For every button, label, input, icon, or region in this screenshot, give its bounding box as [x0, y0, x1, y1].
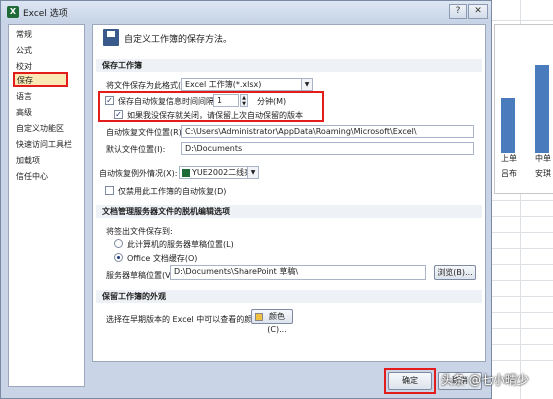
office-cache-radio[interactable] [114, 253, 123, 262]
autorecover-minutes-input[interactable]: 1 [213, 94, 239, 107]
sidebar-item-general[interactable]: 常规 [13, 28, 81, 41]
excel-workbook-icon [182, 169, 190, 177]
default-location-label: 默认文件位置(I): [106, 145, 166, 154]
disable-autorecover-checkbox[interactable] [105, 186, 114, 195]
colors-button[interactable]: 颜色(C)... [251, 309, 293, 334]
browse-button[interactable]: 浏览(B)... [434, 265, 476, 280]
minutes-spinner[interactable]: ▲ ▼ [240, 94, 248, 107]
window-title: Excel 选项 [23, 9, 68, 19]
close-button[interactable]: ✕ [468, 4, 488, 19]
sidebar-item-advanced[interactable]: 高级 [13, 106, 81, 119]
color-palette-icon [255, 313, 263, 321]
autorecover-location-label: 自动恢复文件位置(R): [106, 128, 185, 137]
help-button[interactable]: ? [449, 4, 467, 19]
server-drafts-location-input[interactable]: D:\Documents\SharePoint 草稿\ [170, 265, 426, 280]
colors-label: 选择在早期版本的 Excel 中可以查看的颜色: [106, 315, 263, 324]
server-drafts-radio[interactable] [114, 239, 123, 248]
keep-last-version-checkbox[interactable]: ✓ [114, 110, 123, 119]
watermark-text: 头条 @七小晴少 [441, 373, 529, 387]
save-workbooks-group-title: 保存工作簿 [96, 59, 482, 72]
background-chart: 上单 中单 吕布 安琪 [494, 24, 553, 194]
keep-last-version-label: 如果我没保存就关闭，请保留上次自动保留的版本 [127, 111, 303, 120]
save-format-value: Excel 工作簿(*.xlsx) [185, 80, 262, 89]
floppy-disk-icon [103, 29, 119, 46]
sidebar-item-quick-access-toolbar[interactable]: 快速访问工具栏 [13, 138, 81, 151]
autorecover-label: 保存自动恢复信息时间间隔(A) [118, 97, 226, 106]
chart-subtext-label: 吕布 [501, 169, 517, 178]
colors-button-label: 颜色(C)... [267, 312, 287, 334]
chevron-down-icon[interactable]: ▼ [247, 167, 258, 178]
ok-button[interactable]: 确定 [388, 372, 432, 390]
autorecover-location-input[interactable]: C:\Users\Administrator\AppData\Roaming\M… [181, 125, 474, 138]
exceptions-workbook-select[interactable]: YUE2002二线亮... ▼ [179, 166, 259, 179]
sidebar-item-customize-ribbon[interactable]: 自定义功能区 [13, 122, 81, 135]
minutes-label: 分钟(M) [257, 97, 287, 106]
offline-editing-group-title: 文档管理服务器文件的脱机编辑选项 [96, 205, 482, 218]
sidebar-item-add-ins[interactable]: 加载项 [13, 154, 81, 167]
save-checked-out-label: 将签出文件保存到: [106, 227, 173, 236]
save-highlight-box [13, 72, 68, 87]
excel-app-icon: X [7, 6, 19, 18]
section-heading: 自定义工作簿的保存方法。 [124, 35, 233, 45]
sidebar-item-language[interactable]: 语言 [13, 90, 81, 103]
office-cache-label: Office 文档缓存(O) [127, 254, 198, 263]
sidebar-item-trust-center[interactable]: 信任中心 [13, 170, 81, 183]
chart-category-label: 上单 [501, 154, 517, 163]
title-bar[interactable]: X Excel 选项 ? ✕ [1, 1, 491, 23]
save-format-label: 将文件保存为此格式(F): [106, 81, 192, 90]
default-location-input[interactable]: D:\Documents [181, 142, 474, 155]
appearance-group-title: 保留工作簿的外观 [96, 290, 482, 303]
sidebar-item-formulas[interactable]: 公式 [13, 44, 81, 57]
server-drafts-location-label: 服务器草稿位置(V): [106, 271, 177, 280]
chart-subtext-label: 安琪 [535, 169, 551, 178]
autorecover-checkbox[interactable]: ✓ [105, 96, 114, 105]
chevron-down-icon[interactable]: ▼ [301, 79, 312, 90]
chart-bar [535, 65, 549, 153]
chart-category-label: 中单 [535, 154, 551, 163]
save-format-select[interactable]: Excel 工作簿(*.xlsx) ▼ [181, 78, 313, 91]
disable-autorecover-label: 仅禁用此工作簿的自动恢复(D) [118, 187, 227, 196]
chart-bar [501, 98, 515, 153]
autorecover-exceptions-label: 自动恢复例外情况(X): [99, 169, 178, 178]
server-drafts-label: 此计算机的服务器草稿位置(L) [127, 240, 234, 249]
